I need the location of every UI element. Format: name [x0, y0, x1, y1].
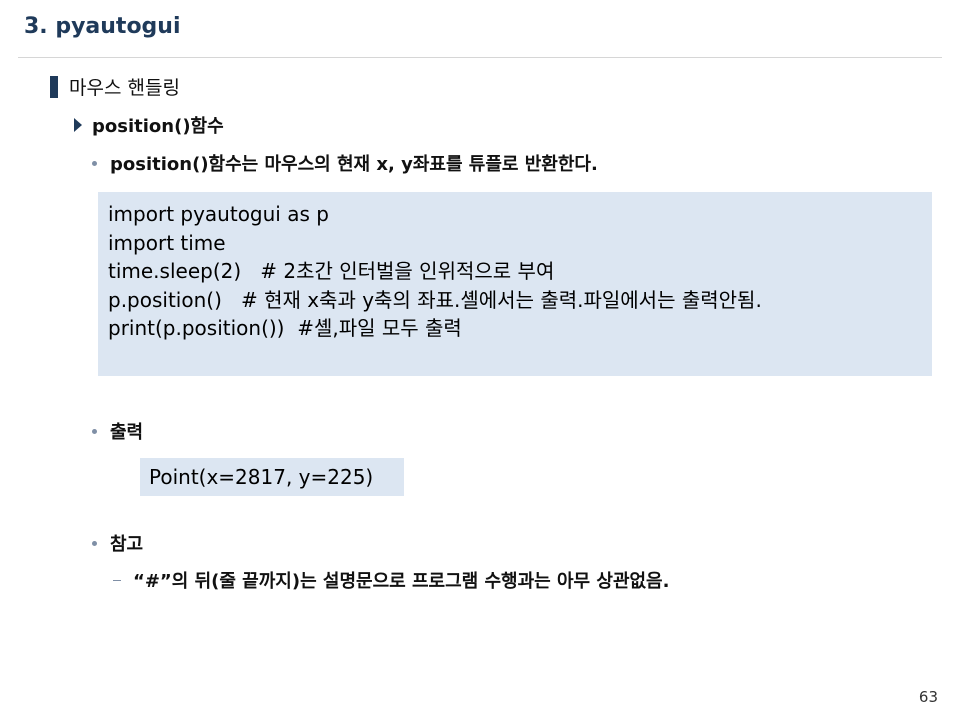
code-line: p.position() # 현재 x축과 y축의 좌표.셸에서는 출력.파일에… [108, 287, 762, 312]
bullet-note: 참고 [92, 530, 143, 556]
subheading: position()함수 [74, 112, 224, 138]
page-number: 63 [918, 688, 938, 706]
bullet-dot-icon [92, 540, 97, 546]
bullet-output-text: 출력 [110, 422, 144, 443]
bullet-description: position()함수는 마우스의 현재 x, y좌표를 튜플로 반환한다. [92, 150, 598, 176]
bullet-note-text: 참고 [110, 534, 144, 555]
code-line: print(p.position()) #셸,파일 모두 출력 [108, 316, 462, 340]
note-detail: “#”의 뒤(줄 끝까지)는 설명문으로 프로그램 수행과는 아무 상관없음. [113, 567, 669, 593]
subheading-text: position()함수 [92, 116, 224, 137]
section-heading: 마우스 핸들링 [50, 73, 180, 100]
triangle-bullet-icon [74, 118, 82, 132]
slide-title: 3. pyautogui [24, 14, 181, 39]
code-line: import time [108, 230, 226, 255]
section-bar-icon [50, 75, 58, 98]
code-line: import pyautogui as p [108, 202, 329, 226]
bullet-dot-icon [92, 160, 97, 166]
output-block: Point(x=2817, y=225) [140, 458, 404, 496]
note-detail-text: “#”의 뒤(줄 끝까지)는 설명문으로 프로그램 수행과는 아무 상관없음. [133, 571, 670, 592]
title-divider [18, 57, 942, 58]
code-block: import pyautogui as p import time time.s… [98, 192, 932, 376]
bullet-dot-icon [92, 428, 97, 434]
bullet-description-text: position()함수는 마우스의 현재 x, y좌표를 튜플로 반환한다. [110, 154, 598, 175]
section-heading-text: 마우스 핸들링 [69, 77, 180, 99]
code-line: time.sleep(2) # 2초간 인터벌을 인위적으로 부여 [108, 259, 555, 283]
bullet-output: 출력 [92, 418, 143, 444]
dash-bullet-icon [113, 579, 121, 581]
